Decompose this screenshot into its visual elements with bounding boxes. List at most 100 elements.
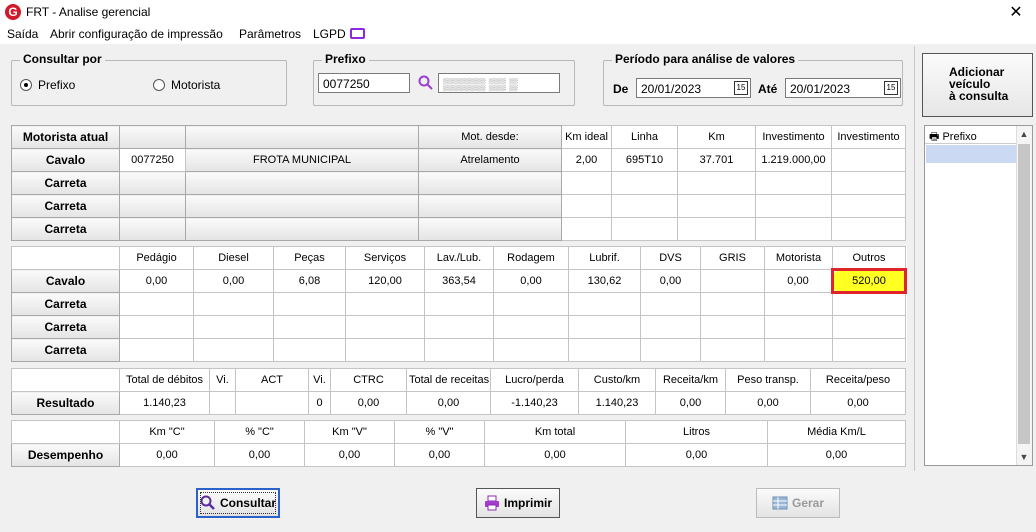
table-cell[interactable] xyxy=(418,194,562,218)
table-cell[interactable]: 0077250 xyxy=(119,148,186,172)
table-cell[interactable]: 0,00 xyxy=(214,443,305,467)
table-cell[interactable]: 2,00 xyxy=(561,148,612,172)
table-cell[interactable]: 0,00 xyxy=(725,391,811,415)
table-cell[interactable]: 0,00 xyxy=(493,269,569,293)
table-cell[interactable] xyxy=(561,171,612,195)
table-cell[interactable]: 1.140,23 xyxy=(578,391,656,415)
table-cell[interactable] xyxy=(677,217,756,241)
table-cell[interactable]: 0,00 xyxy=(764,269,833,293)
table-cell[interactable] xyxy=(424,338,494,362)
table-cell[interactable] xyxy=(493,315,569,339)
table-cell[interactable] xyxy=(831,171,906,195)
table-cell[interactable] xyxy=(831,194,906,218)
scrollbar[interactable]: ▲ ▼ xyxy=(1016,126,1032,465)
table-cell[interactable]: 0,00 xyxy=(119,443,215,467)
table-cell[interactable]: 0,00 xyxy=(406,391,491,415)
menu-saida[interactable]: Saída xyxy=(7,27,38,41)
table-cell[interactable] xyxy=(700,269,765,293)
table-cell[interactable] xyxy=(345,292,425,316)
gerar-button[interactable]: Gerar xyxy=(756,488,840,518)
table-cell[interactable] xyxy=(273,338,346,362)
table-cell[interactable] xyxy=(764,292,833,316)
imprimir-button[interactable]: Imprimir xyxy=(476,488,560,518)
table-cell[interactable] xyxy=(418,217,562,241)
list-item[interactable] xyxy=(926,145,1016,163)
table-cell[interactable] xyxy=(700,338,765,362)
table-cell[interactable]: 120,00 xyxy=(345,269,425,293)
table-cell[interactable]: -1.140,23 xyxy=(490,391,579,415)
table-cell[interactable]: 130,62 xyxy=(568,269,641,293)
table-cell[interactable] xyxy=(568,315,641,339)
prefixo-input[interactable]: 0077250 xyxy=(318,73,410,93)
table-cell[interactable]: 0,00 xyxy=(625,443,768,467)
table-cell[interactable] xyxy=(193,292,274,316)
table-cell[interactable] xyxy=(755,194,832,218)
calendar-icon[interactable]: 15 xyxy=(884,81,898,95)
table-cell[interactable] xyxy=(755,217,832,241)
table-cell[interactable] xyxy=(345,338,425,362)
table-cell[interactable] xyxy=(493,338,569,362)
search-icon[interactable] xyxy=(418,75,434,91)
consultar-button[interactable]: Consultar xyxy=(196,488,280,518)
calendar-icon[interactable]: 15 xyxy=(734,81,748,95)
de-date-field[interactable]: 20/01/2023 15 xyxy=(636,78,751,98)
table-cell[interactable]: 0,00 xyxy=(193,269,274,293)
table-cell[interactable] xyxy=(345,315,425,339)
menu-parametros[interactable]: Parâmetros xyxy=(239,27,301,41)
row-header-carreta[interactable]: Carreta xyxy=(11,194,120,218)
radio-prefixo[interactable] xyxy=(20,79,32,91)
table-cell[interactable] xyxy=(640,292,701,316)
table-cell[interactable] xyxy=(424,292,494,316)
table-cell[interactable] xyxy=(832,292,906,316)
add-vehicle-button[interactable]: Adicionar veículo à consulta xyxy=(922,53,1033,117)
table-cell[interactable] xyxy=(700,315,765,339)
prefix-list[interactable]: 🖶 Prefixo ▲ ▼ xyxy=(924,125,1033,466)
monitor-icon[interactable] xyxy=(350,28,365,39)
table-cell[interactable] xyxy=(235,391,309,415)
table-cell[interactable]: 0 xyxy=(308,391,331,415)
scroll-down-icon[interactable]: ▼ xyxy=(1016,449,1032,465)
table-cell[interactable] xyxy=(640,338,701,362)
row-header-carreta[interactable]: Carreta xyxy=(11,171,120,195)
table-cell[interactable] xyxy=(755,171,832,195)
row-header-carreta[interactable]: Carreta xyxy=(11,217,120,241)
table-cell[interactable] xyxy=(831,217,906,241)
table-cell[interactable]: 6,08 xyxy=(273,269,346,293)
table-cell[interactable]: 0,00 xyxy=(484,443,626,467)
table-cell[interactable] xyxy=(677,171,756,195)
table-cell[interactable] xyxy=(209,391,236,415)
radio-motorista[interactable] xyxy=(153,79,165,91)
table-cell[interactable]: 0,00 xyxy=(394,443,485,467)
menu-print-config[interactable]: Abrir configuração de impressão xyxy=(50,27,223,41)
table-cell[interactable] xyxy=(700,292,765,316)
table-cell[interactable] xyxy=(764,315,833,339)
table-cell[interactable] xyxy=(424,315,494,339)
table-cell[interactable] xyxy=(561,194,612,218)
table-cell[interactable]: 0,00 xyxy=(655,391,726,415)
table-cell[interactable] xyxy=(185,217,419,241)
row-header-desempenho[interactable]: Desempenho xyxy=(11,443,120,467)
table-cell[interactable]: Atrelamento xyxy=(418,148,562,172)
table-cell[interactable] xyxy=(119,171,186,195)
prefix-list-header[interactable]: 🖶 Prefixo xyxy=(925,126,1017,144)
table-cell[interactable] xyxy=(193,338,274,362)
outros-highlighted-cell[interactable]: 520,00 xyxy=(831,268,907,294)
table-cell[interactable] xyxy=(611,217,678,241)
table-cell[interactable] xyxy=(119,338,194,362)
scroll-thumb[interactable] xyxy=(1018,144,1030,444)
table-cell[interactable] xyxy=(185,171,419,195)
table-cell[interactable] xyxy=(119,292,194,316)
table-cell[interactable]: 363,54 xyxy=(424,269,494,293)
table-cell[interactable] xyxy=(568,338,641,362)
row-header-carreta[interactable]: Carreta xyxy=(11,315,120,339)
table-cell[interactable] xyxy=(561,217,612,241)
table-cell[interactable] xyxy=(119,315,194,339)
table-cell[interactable] xyxy=(568,292,641,316)
table-cell[interactable] xyxy=(640,315,701,339)
table-cell[interactable]: 37.701 xyxy=(677,148,756,172)
table-cell[interactable]: 0,00 xyxy=(304,443,395,467)
scroll-up-icon[interactable]: ▲ xyxy=(1016,126,1032,142)
table-cell[interactable]: 1.140,23 xyxy=(119,391,210,415)
table-cell[interactable] xyxy=(611,194,678,218)
table-cell[interactable] xyxy=(493,292,569,316)
